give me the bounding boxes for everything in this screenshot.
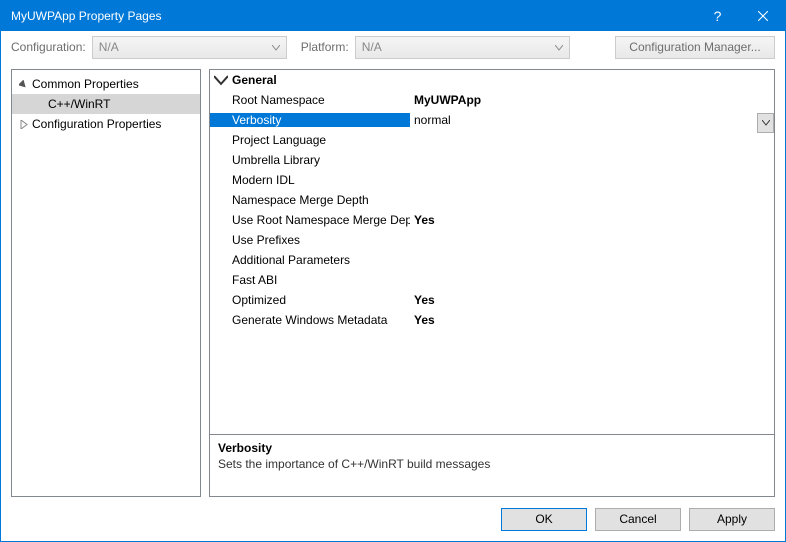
category-header-general[interactable]: General xyxy=(210,70,774,90)
chevron-down-icon xyxy=(272,40,280,54)
platform-value: N/A xyxy=(362,40,382,54)
category-tree[interactable]: Common Properties C++/WinRT Configuratio… xyxy=(11,69,201,497)
property-value[interactable]: MyUWPApp xyxy=(410,93,774,107)
configuration-dropdown: N/A xyxy=(92,36,287,59)
property-name: Fast ABI xyxy=(210,273,410,287)
close-button[interactable] xyxy=(740,1,785,31)
property-value[interactable]: Yes xyxy=(410,313,774,327)
config-toolbar: Configuration: N/A Platform: N/A Configu… xyxy=(1,31,785,63)
property-value[interactable]: normal xyxy=(410,113,774,127)
property-name: Root Namespace xyxy=(210,93,410,107)
cancel-button[interactable]: Cancel xyxy=(595,508,681,531)
configuration-manager-button: Configuration Manager... xyxy=(615,36,775,59)
property-name: Umbrella Library xyxy=(210,153,410,167)
description-text: Sets the importance of C++/WinRT build m… xyxy=(218,457,766,471)
window-title: MyUWPApp Property Pages xyxy=(11,9,695,23)
platform-label: Platform: xyxy=(301,40,349,54)
configuration-value: N/A xyxy=(99,40,119,54)
property-name: Namespace Merge Depth xyxy=(210,193,410,207)
property-value[interactable]: Yes xyxy=(410,213,774,227)
tree-node-configuration-properties[interactable]: Configuration Properties xyxy=(12,114,200,134)
property-grid-rows[interactable]: General Root Namespace MyUWPApp Verbosit… xyxy=(210,70,774,434)
property-row-namespace-merge-depth[interactable]: Namespace Merge Depth xyxy=(210,190,774,210)
property-name: Verbosity xyxy=(210,113,410,127)
property-row-fast-abi[interactable]: Fast ABI xyxy=(210,270,774,290)
property-value[interactable]: Yes xyxy=(410,293,774,307)
dropdown-button[interactable] xyxy=(757,113,774,133)
property-value-text: normal xyxy=(414,113,451,127)
collapse-icon[interactable] xyxy=(214,73,228,87)
category-label: General xyxy=(232,73,277,87)
property-row-additional-parameters[interactable]: Additional Parameters xyxy=(210,250,774,270)
property-row-use-prefixes[interactable]: Use Prefixes xyxy=(210,230,774,250)
chevron-down-icon xyxy=(762,120,770,126)
configuration-label: Configuration: xyxy=(11,40,86,54)
property-row-generate-windows-metadata[interactable]: Generate Windows Metadata Yes xyxy=(210,310,774,330)
dialog-window: MyUWPApp Property Pages ? Configuration:… xyxy=(0,0,786,542)
ok-button[interactable]: OK xyxy=(501,508,587,531)
property-row-project-language[interactable]: Project Language xyxy=(210,130,774,150)
property-name: Use Root Namespace Merge Dept xyxy=(210,213,410,227)
tree-label: C++/WinRT xyxy=(48,97,110,111)
help-button[interactable]: ? xyxy=(695,1,740,31)
property-name: Project Language xyxy=(210,133,410,147)
property-name: Optimized xyxy=(210,293,410,307)
expand-icon[interactable] xyxy=(16,117,30,131)
close-icon xyxy=(758,11,768,21)
tree-node-common-properties[interactable]: Common Properties xyxy=(12,74,200,94)
property-panel: General Root Namespace MyUWPApp Verbosit… xyxy=(209,69,775,497)
property-grid: General Root Namespace MyUWPApp Verbosit… xyxy=(209,69,775,497)
chevron-down-icon xyxy=(555,40,563,54)
collapse-icon[interactable] xyxy=(16,77,30,91)
property-row-use-root-namespace-merge-depth[interactable]: Use Root Namespace Merge Dept Yes xyxy=(210,210,774,230)
property-row-modern-idl[interactable]: Modern IDL xyxy=(210,170,774,190)
description-title: Verbosity xyxy=(218,441,766,455)
title-bar[interactable]: MyUWPApp Property Pages ? xyxy=(1,1,785,31)
tree-label: Configuration Properties xyxy=(32,117,161,131)
dialog-buttons: OK Cancel Apply xyxy=(1,497,785,541)
property-row-root-namespace[interactable]: Root Namespace MyUWPApp xyxy=(210,90,774,110)
property-row-optimized[interactable]: Optimized Yes xyxy=(210,290,774,310)
description-pane: Verbosity Sets the importance of C++/Win… xyxy=(210,434,774,496)
property-name: Modern IDL xyxy=(210,173,410,187)
property-name: Generate Windows Metadata xyxy=(210,313,410,327)
platform-dropdown: N/A xyxy=(355,36,570,59)
property-name: Additional Parameters xyxy=(210,253,410,267)
content-area: Common Properties C++/WinRT Configuratio… xyxy=(1,63,785,497)
apply-button[interactable]: Apply xyxy=(689,508,775,531)
property-row-umbrella-library[interactable]: Umbrella Library xyxy=(210,150,774,170)
tree-node-cpp-winrt[interactable]: C++/WinRT xyxy=(12,94,200,114)
tree-label: Common Properties xyxy=(32,77,139,91)
property-row-verbosity[interactable]: Verbosity normal xyxy=(210,110,774,130)
property-name: Use Prefixes xyxy=(210,233,410,247)
